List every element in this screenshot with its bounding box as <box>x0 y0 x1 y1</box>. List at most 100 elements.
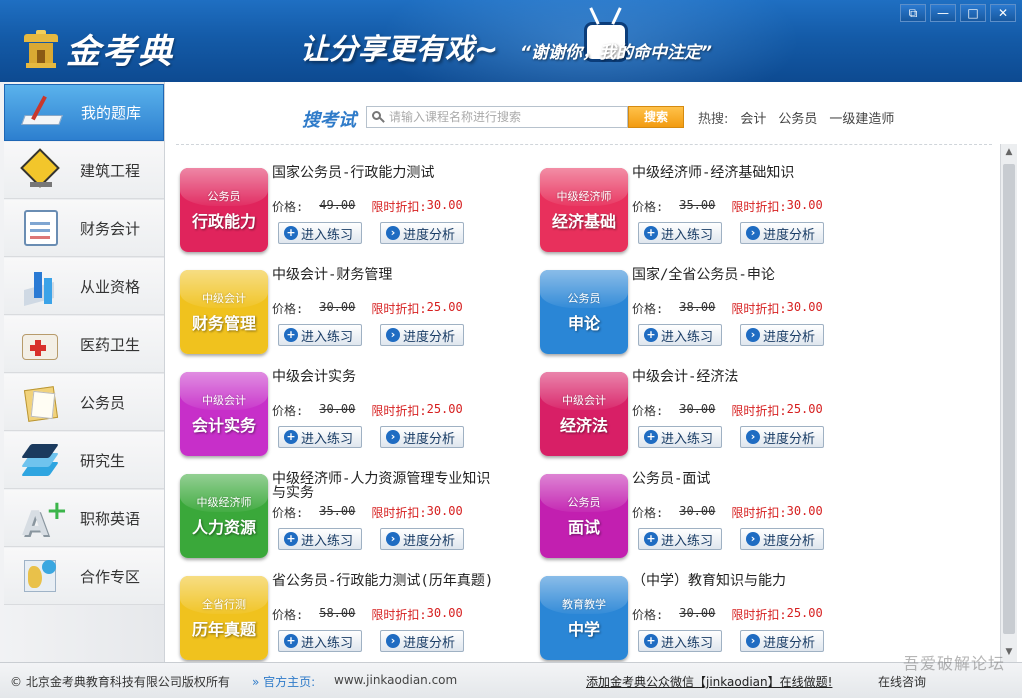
sale-label: 限时折扣: <box>371 200 427 214</box>
arrow-circle-icon: › <box>746 328 760 342</box>
price-row: 价格: 35.00 限时折扣: 30.00 <box>272 504 463 521</box>
window-controls: ⧉ — □ ✕ <box>900 4 1016 22</box>
search-icon <box>367 107 389 127</box>
price-row: 价格: 30.00 限时折扣: 25.00 <box>632 606 823 623</box>
course-card: 中级经济师 人力资源 中级经济师-人力资源管理专业知识与实务 价格: 35.00… <box>180 470 530 562</box>
sidebar-item-qualification[interactable]: 从业资格 <box>4 258 164 315</box>
search-button[interactable]: 搜索 <box>628 106 684 128</box>
wechat-link[interactable]: 添加金考典公众微信【jinkaodian】在线做题! <box>586 673 832 690</box>
online-consult-link[interactable]: 在线咨询 <box>878 673 926 690</box>
course-card: 中级经济师 经济基础 中级经济师-经济基础知识 价格: 35.00 限时折扣: … <box>540 164 890 256</box>
course-tile[interactable]: 中级会计 会计实务 <box>180 372 268 456</box>
homepage-link[interactable]: www.jinkaodian.com <box>334 673 457 687</box>
tile-subtitle: 中级会计 <box>202 292 246 305</box>
practice-button-label: 进入练习 <box>301 533 354 549</box>
course-card: 教育教学 中学 （中学）教育知识与能力 价格: 30.00 限时折扣: 25.0… <box>540 572 890 664</box>
sidebar-item-medical[interactable]: 医药卫生 <box>4 316 164 373</box>
restore-window-button[interactable]: ⧉ <box>900 4 926 22</box>
sale-label: 限时折扣: <box>371 608 427 622</box>
hot-link-civil-servant[interactable]: 公务员 <box>778 108 817 127</box>
sidebar-item-label: 我的题库 <box>81 104 142 122</box>
practice-button[interactable]: + 进入练习 <box>278 324 362 346</box>
scroll-up-arrow-icon[interactable]: ▲ <box>1001 144 1017 160</box>
app-header: 金考典 让分享更有戏~ “谢谢你，我的命中注定” ⧉ — □ ✕ <box>0 0 1022 82</box>
progress-button[interactable]: › 进度分析 <box>740 426 824 448</box>
progress-button[interactable]: › 进度分析 <box>380 630 464 652</box>
progress-button[interactable]: › 进度分析 <box>740 528 824 550</box>
minimize-button[interactable]: — <box>930 4 956 22</box>
course-title: 中级会计-财务管理 <box>272 267 393 283</box>
app-logo: 金考典 <box>24 24 174 73</box>
course-tile[interactable]: 公务员 面试 <box>540 474 628 558</box>
practice-button[interactable]: + 进入练习 <box>278 528 362 550</box>
tile-title: 中学 <box>567 620 600 639</box>
progress-button-label: 进度分析 <box>763 431 816 447</box>
course-tile[interactable]: 全省行测 历年真题 <box>180 576 268 660</box>
progress-button[interactable]: › 进度分析 <box>380 528 464 550</box>
practice-button[interactable]: + 进入练习 <box>638 528 722 550</box>
practice-button[interactable]: + 进入练习 <box>638 630 722 652</box>
search-input[interactable] <box>389 107 627 127</box>
original-price: 30.00 <box>679 504 716 518</box>
progress-button[interactable]: › 进度分析 <box>740 630 824 652</box>
course-tile[interactable]: 中级经济师 人力资源 <box>180 474 268 558</box>
clipboard-chart-icon <box>20 208 62 248</box>
practice-button[interactable]: + 进入练习 <box>278 222 362 244</box>
sidebar-item-english[interactable]: A + 职称英语 <box>4 490 164 547</box>
folder-documents-icon <box>20 382 62 422</box>
course-tile[interactable]: 中级会计 财务管理 <box>180 270 268 354</box>
sidebar-item-finance[interactable]: 财务会计 <box>4 200 164 257</box>
course-title: 中级会计实务 <box>272 369 356 385</box>
tile-subtitle: 公务员 <box>207 190 241 203</box>
practice-button-label: 进入练习 <box>301 329 354 345</box>
close-button[interactable]: ✕ <box>990 4 1016 22</box>
practice-button[interactable]: + 进入练习 <box>278 426 362 448</box>
sidebar-item-my-questions[interactable]: 我的题库 <box>4 84 164 141</box>
course-title: 中级经济师-经济基础知识 <box>632 165 795 181</box>
tile-title: 会计实务 <box>191 416 256 435</box>
plus-circle-icon: + <box>644 634 658 648</box>
original-price: 38.00 <box>679 300 716 314</box>
progress-button-label: 进度分析 <box>403 635 456 651</box>
progress-button[interactable]: › 进度分析 <box>380 324 464 346</box>
tile-title: 面试 <box>567 518 600 537</box>
hot-link-constructor[interactable]: 一级建造师 <box>829 108 894 127</box>
progress-button[interactable]: › 进度分析 <box>740 222 824 244</box>
scroll-thumb[interactable] <box>1003 164 1015 634</box>
main-content: 搜考试 搜索 热搜: 会计 公务员 一级建造师 公务员 行政能力 国家公务员-行… <box>166 82 1017 664</box>
course-tile[interactable]: 中级会计 经济法 <box>540 372 628 456</box>
copyright-text: © 北京金考典教育科技有限公司版权所有 <box>10 675 230 689</box>
practice-button[interactable]: + 进入练习 <box>638 324 722 346</box>
course-title: （中学）教育知识与能力 <box>632 573 786 589</box>
practice-button[interactable]: + 进入练习 <box>638 222 722 244</box>
course-tile[interactable]: 中级经济师 经济基础 <box>540 168 628 252</box>
plus-circle-icon: + <box>284 226 298 240</box>
hot-link-accounting[interactable]: 会计 <box>740 108 766 127</box>
progress-button[interactable]: › 进度分析 <box>380 426 464 448</box>
practice-button[interactable]: + 进入练习 <box>278 630 362 652</box>
practice-button[interactable]: + 进入练习 <box>638 426 722 448</box>
price-row: 价格: 30.00 限时折扣: 25.00 <box>272 402 463 419</box>
brand-name: 金考典 <box>66 32 174 72</box>
course-actions: + 进入练习 › 进度分析 <box>638 528 824 550</box>
course-tile[interactable]: 教育教学 中学 <box>540 576 628 660</box>
course-tile[interactable]: 公务员 申论 <box>540 270 628 354</box>
progress-button[interactable]: › 进度分析 <box>740 324 824 346</box>
course-tile[interactable]: 公务员 行政能力 <box>180 168 268 252</box>
tile-title: 财务管理 <box>191 314 256 333</box>
price-label: 价格: <box>632 200 664 214</box>
original-price: 30.00 <box>679 402 716 416</box>
progress-button[interactable]: › 进度分析 <box>380 222 464 244</box>
tile-subtitle: 公务员 <box>567 292 601 305</box>
arrow-circle-icon: › <box>746 532 760 546</box>
original-price: 30.00 <box>319 402 356 416</box>
sidebar-item-cooperation[interactable]: 合作专区 <box>4 548 164 605</box>
sidebar-item-graduate[interactable]: 研究生 <box>4 432 164 489</box>
sidebar-item-construction[interactable]: 建筑工程 <box>4 142 164 199</box>
vertical-scrollbar[interactable]: ▲ ▼ <box>1000 144 1017 662</box>
status-footer: © 北京金考典教育科技有限公司版权所有 » 官方主页: www.jinkaodi… <box>0 662 1022 698</box>
original-price: 35.00 <box>679 198 716 212</box>
maximize-button[interactable]: □ <box>960 4 986 22</box>
construction-sign-icon <box>20 148 62 190</box>
sidebar-item-civil-servant[interactable]: 公务员 <box>4 374 164 431</box>
